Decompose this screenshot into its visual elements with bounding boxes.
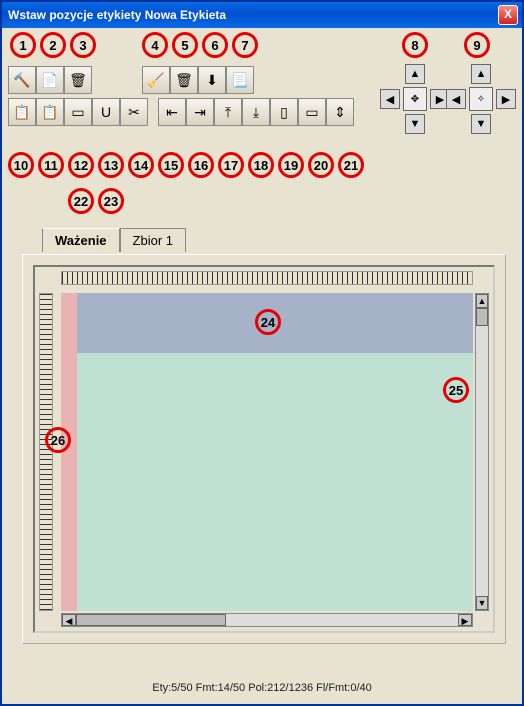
callout-3: 3 [70,32,96,58]
tool-align-left-button[interactable]: ⇤ [158,98,186,126]
callout-2: 2 [40,32,66,58]
callout-22: 22 [68,188,94,214]
tool-cut-button[interactable]: ✂ [120,98,148,126]
resize-pad: ▲ ▼ ◀ ▶ ✧ [446,64,516,134]
resize-right-button[interactable]: ▶ [496,89,516,109]
nudge-down-button[interactable]: ▼ [405,114,425,134]
toolbar-area: 1 2 3 4 5 6 7 8 9 🔨 📄 🗑 🧹 🗑 ⬇ 📃 📋 📋 ▭ U … [2,28,522,218]
app-window: Wstaw pozycje etykiety Nowa Etykieta X 1… [0,0,524,706]
callout-14: 14 [128,152,154,178]
status-bar: Ety:5/50 Fmt:14/50 Pol:212/1236 Fl/Fmt:0… [2,674,522,704]
tool-extent3-button[interactable]: ⇕ [326,98,354,126]
toolbar-group-4: ⇤ ⇥ ⤒ ⤓ ▯ ▭ ⇕ [158,98,354,126]
nudge-left-button[interactable]: ◀ [380,89,400,109]
tool-extent1-button[interactable]: ▯ [270,98,298,126]
scrollbar-horizontal[interactable]: ◀ ▶ [61,613,473,627]
status-text: Ety:5/50 Fmt:14/50 Pol:212/1236 Fl/Fmt:0… [152,682,372,694]
scroll-h-thumb[interactable] [76,614,226,626]
callout-12: 12 [68,152,94,178]
tool-paste-button[interactable]: 📋 [36,98,64,126]
callout-4: 4 [142,32,168,58]
label-body-region[interactable] [77,353,473,611]
toolbar-group-1: 🔨 📄 🗑 [8,66,92,94]
tool-underline-button[interactable]: U [92,98,120,126]
callout-19: 19 [278,152,304,178]
callout-11: 11 [38,152,64,178]
callout-8: 8 [402,32,428,58]
toolbar-group-2: 🧹 🗑 ⬇ 📃 [142,66,254,94]
nudge-up-button[interactable]: ▲ [405,64,425,84]
tool-hammer-button[interactable]: 🔨 [8,66,36,94]
tool-trash-button[interactable]: 🗑 [64,66,92,94]
callout-9: 9 [464,32,490,58]
callout-25: 25 [443,377,469,403]
tab-zbior1[interactable]: Zbior 1 [120,228,186,252]
ruler-horizontal [61,271,473,285]
scroll-right-button[interactable]: ▶ [458,614,472,626]
tool-select-button[interactable]: ▭ [64,98,92,126]
window-title: Wstaw pozycje etykiety Nowa Etykieta [6,8,498,22]
tabs: Ważenie Zbior 1 [42,228,186,252]
tool-extent2-button[interactable]: ▭ [298,98,326,126]
tool-broom-button[interactable]: 🧹 [142,66,170,94]
scrollbar-vertical[interactable]: ▲ ▼ [475,293,489,611]
tab-wazenie[interactable]: Ważenie [42,228,120,252]
resize-down-button[interactable]: ▼ [471,114,491,134]
callout-18: 18 [248,152,274,178]
callout-26: 26 [45,427,71,453]
scroll-v-thumb[interactable] [476,308,488,326]
callout-17: 17 [218,152,244,178]
canvas-frame: ▲ ▼ ◀ ▶ 24 25 26 [22,254,506,644]
scroll-up-button[interactable]: ▲ [476,294,488,308]
scroll-left-button[interactable]: ◀ [62,614,76,626]
callout-24: 24 [255,309,281,335]
work-surface[interactable] [61,293,473,611]
tool-copy-button[interactable]: 📋 [8,98,36,126]
resize-up-button[interactable]: ▲ [471,64,491,84]
tool-align-right-button[interactable]: ⇥ [186,98,214,126]
callout-13: 13 [98,152,124,178]
callout-16: 16 [188,152,214,178]
callout-10: 10 [8,152,34,178]
tool-page-button[interactable]: 📃 [226,66,254,94]
callout-15: 15 [158,152,184,178]
titlebar: Wstaw pozycje etykiety Nowa Etykieta X [2,2,522,28]
callout-7: 7 [232,32,258,58]
scroll-down-button[interactable]: ▼ [476,596,488,610]
callout-21: 21 [338,152,364,178]
resize-left-button[interactable]: ◀ [446,89,466,109]
callout-1: 1 [10,32,36,58]
callout-23: 23 [98,188,124,214]
toolbar-group-3: 📋 📋 ▭ U ✂ [8,98,148,126]
tool-align-top-button[interactable]: ⤒ [214,98,242,126]
resize-center-icon: ✧ [469,87,493,111]
callout-20: 20 [308,152,334,178]
tool-document-button[interactable]: 📄 [36,66,64,94]
close-button[interactable]: X [498,5,518,25]
tool-align-bottom-button[interactable]: ⤓ [242,98,270,126]
ruler-vertical [39,293,53,611]
tool-download-button[interactable]: ⬇ [198,66,226,94]
tool-trash2-button[interactable]: 🗑 [170,66,198,94]
callout-5: 5 [172,32,198,58]
nudge-pad: ▲ ▼ ◀ ▶ ✥ [380,64,450,134]
canvas-inner: ▲ ▼ ◀ ▶ 24 25 26 [33,265,495,633]
callout-6: 6 [202,32,228,58]
nudge-center-icon: ✥ [403,87,427,111]
